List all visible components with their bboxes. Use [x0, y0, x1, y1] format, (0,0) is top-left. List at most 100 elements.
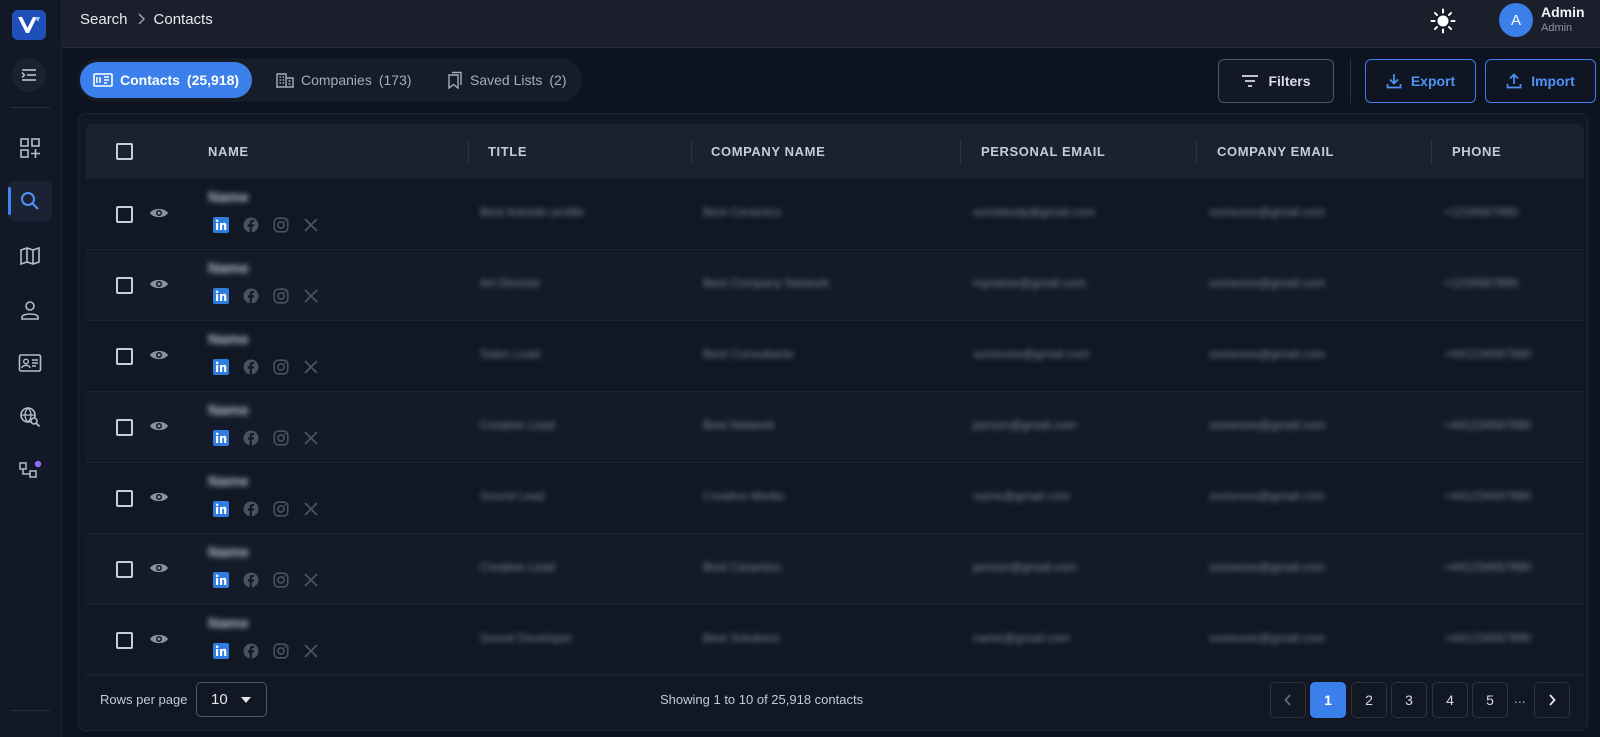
sidebar-collapse-button[interactable]: [12, 58, 46, 92]
linkedin-icon[interactable]: [213, 288, 229, 309]
x-twitter-icon[interactable]: [303, 217, 319, 238]
contact-name[interactable]: Name: [208, 544, 249, 561]
row-checkbox[interactable]: [116, 206, 133, 223]
table-row[interactable]: Name Sound Developer Best Solutions name@gm…: [86, 605, 1584, 676]
pagination-next-button[interactable]: [1534, 682, 1570, 718]
pagination-page-5[interactable]: 5: [1472, 682, 1508, 718]
x-twitter-icon[interactable]: [303, 572, 319, 593]
export-button[interactable]: Export: [1365, 59, 1476, 103]
row-checkbox[interactable]: [116, 277, 133, 294]
contact-name[interactable]: Name: [208, 331, 249, 348]
column-header-company-email[interactable]: COMPANY EMAIL: [1217, 124, 1334, 179]
import-button[interactable]: Import: [1485, 59, 1596, 103]
row-checkbox[interactable]: [116, 561, 133, 578]
table-row[interactable]: Name Art Director Best Company Network myna…: [86, 250, 1584, 321]
table-row[interactable]: Name Sales Lead Best Consultants someone@gm…: [86, 321, 1584, 392]
view-eye-icon[interactable]: [149, 561, 169, 580]
filters-button-label: Filters: [1268, 73, 1311, 89]
view-eye-icon[interactable]: [149, 206, 169, 225]
user-name[interactable]: Admin: [1541, 4, 1585, 20]
linkedin-icon[interactable]: [213, 217, 229, 238]
contact-name[interactable]: Name: [208, 189, 249, 206]
social-links: [213, 643, 319, 664]
facebook-icon[interactable]: [243, 643, 259, 664]
linkedin-icon[interactable]: [213, 572, 229, 593]
facebook-icon[interactable]: [243, 288, 259, 309]
facebook-icon[interactable]: [243, 572, 259, 593]
instagram-icon[interactable]: [273, 288, 289, 309]
view-eye-icon[interactable]: [149, 348, 169, 367]
pagination-page-3[interactable]: 3: [1391, 682, 1427, 718]
filters-button[interactable]: Filters: [1218, 59, 1334, 103]
sidebar-item-map[interactable]: [8, 236, 52, 276]
select-all-checkbox[interactable]: [116, 124, 133, 179]
app-logo[interactable]: [12, 10, 46, 40]
view-eye-icon[interactable]: [149, 632, 169, 651]
column-header-name[interactable]: NAME: [208, 124, 249, 179]
theme-toggle-sun-icon[interactable]: [1430, 8, 1456, 34]
tab-companies[interactable]: Companies (173): [263, 62, 425, 98]
facebook-icon[interactable]: [243, 501, 259, 522]
linkedin-icon[interactable]: [213, 359, 229, 380]
pagination-page-4[interactable]: 4: [1432, 682, 1468, 718]
tab-saved-lists[interactable]: Saved Lists (2): [432, 62, 580, 98]
row-checkbox[interactable]: [116, 490, 133, 507]
pagination-prev-button[interactable]: [1270, 682, 1306, 718]
column-header-phone[interactable]: PHONE: [1452, 124, 1501, 179]
table-header: NAME TITLE COMPANY NAME PERSONAL EMAIL C…: [86, 124, 1584, 179]
linkedin-icon[interactable]: [213, 430, 229, 451]
instagram-icon[interactable]: [273, 430, 289, 451]
instagram-icon[interactable]: [273, 572, 289, 593]
x-twitter-icon[interactable]: [303, 288, 319, 309]
cell-title: Sound Developer: [480, 631, 573, 645]
sidebar-item-people[interactable]: [8, 290, 52, 330]
column-header-title[interactable]: TITLE: [488, 124, 527, 179]
view-eye-icon[interactable]: [149, 419, 169, 438]
breadcrumb-search-link[interactable]: Search: [80, 11, 128, 28]
contact-name[interactable]: Name: [208, 615, 249, 632]
pagination-page-1[interactable]: 1: [1310, 682, 1346, 718]
sidebar-item-dashboard[interactable]: [8, 128, 52, 168]
x-twitter-icon[interactable]: [303, 643, 319, 664]
table-row[interactable]: Name Best linkedin profile Best Ceramics so…: [86, 179, 1584, 250]
sidebar-item-workflows[interactable]: [8, 450, 52, 490]
sidebar-item-web-search[interactable]: [8, 397, 52, 437]
contact-name[interactable]: Name: [208, 473, 249, 490]
x-twitter-icon[interactable]: [303, 359, 319, 380]
facebook-icon[interactable]: [243, 430, 259, 451]
contact-name[interactable]: Name: [208, 402, 249, 419]
pagination-page-2[interactable]: 2: [1351, 682, 1387, 718]
instagram-icon[interactable]: [273, 217, 289, 238]
sidebar-item-search[interactable]: [8, 181, 52, 221]
x-twitter-icon[interactable]: [303, 501, 319, 522]
linkedin-icon[interactable]: [213, 501, 229, 522]
row-checkbox[interactable]: [116, 348, 133, 365]
instagram-icon[interactable]: [273, 643, 289, 664]
instagram-icon[interactable]: [273, 359, 289, 380]
rows-per-page-select[interactable]: 10: [196, 682, 267, 717]
column-header-personal-email[interactable]: PERSONAL EMAIL: [981, 124, 1105, 179]
row-checkbox[interactable]: [116, 419, 133, 436]
cell-phone: +441234567890: [1444, 560, 1532, 574]
contact-name[interactable]: Name: [208, 260, 249, 277]
table-row[interactable]: Name Sound Lead Creative Media name@gmail.c…: [86, 463, 1584, 534]
x-twitter-icon[interactable]: [303, 430, 319, 451]
table-row[interactable]: Name Creative Lead Best Ceramics person@gma…: [86, 534, 1584, 605]
tab-contacts[interactable]: Contacts (25,918): [80, 62, 253, 98]
instagram-icon[interactable]: [273, 501, 289, 522]
contact-card-icon: [18, 354, 42, 372]
row-checkbox[interactable]: [116, 632, 133, 649]
column-divider: [1431, 140, 1432, 164]
social-links: [213, 430, 319, 451]
tab-saved-lists-count: (2): [549, 72, 567, 88]
facebook-icon[interactable]: [243, 217, 259, 238]
table-row[interactable]: Name Creative Lead Best Network person@gmai…: [86, 392, 1584, 463]
view-eye-icon[interactable]: [149, 277, 169, 296]
linkedin-icon[interactable]: [213, 643, 229, 664]
sidebar-item-contacts[interactable]: [8, 343, 52, 383]
facebook-icon[interactable]: [243, 359, 259, 380]
view-eye-icon[interactable]: [149, 490, 169, 509]
avatar[interactable]: A: [1499, 3, 1533, 37]
column-header-company-name[interactable]: COMPANY NAME: [711, 124, 825, 179]
export-button-label: Export: [1410, 73, 1456, 89]
